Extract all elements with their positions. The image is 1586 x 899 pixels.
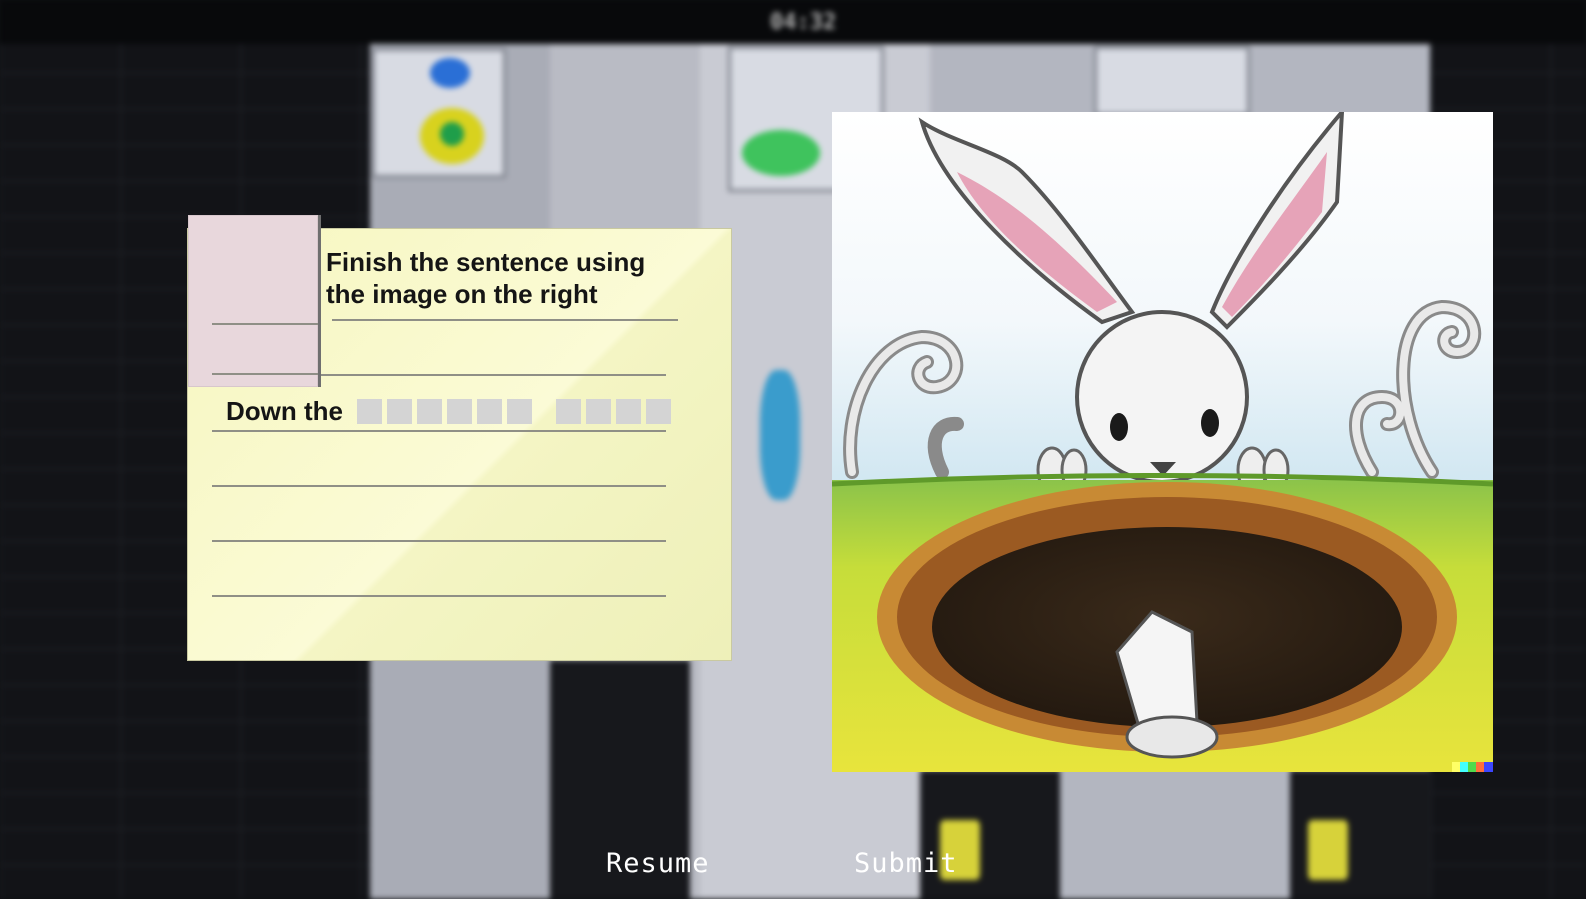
answer-word-2[interactable] [556,398,671,424]
shelf [1094,46,1250,116]
note-line [332,319,678,321]
letter-box[interactable] [507,398,532,424]
note-line [212,595,666,597]
letter-box[interactable] [477,398,502,424]
letter-box[interactable] [447,398,472,424]
answer-word-1[interactable] [357,398,532,424]
sentence-row: Down the [226,394,695,428]
note-tab [188,215,321,387]
letter-box[interactable] [417,398,442,424]
letter-box[interactable] [357,398,382,424]
submit-button[interactable]: Submit [854,848,958,879]
letter-box[interactable] [586,398,611,424]
instruction-text: Finish the sentence using the image on t… [326,247,646,309]
letter-box[interactable] [387,398,412,424]
note-line [212,540,666,542]
note-line [212,323,318,325]
item-icon [1308,820,1348,880]
letter-box[interactable] [646,398,671,424]
note-line [212,373,318,375]
rabbit-hole-illustration [832,112,1493,772]
note-line [212,485,666,487]
resume-button[interactable]: Resume [606,848,710,879]
hud-bar: 04:32 [0,0,1586,44]
letter-box[interactable] [556,398,581,424]
clue-image [832,112,1493,772]
sentence-prefix: Down the [226,395,343,426]
item-icon [430,58,470,88]
timer: 04:32 [770,10,837,35]
item-icon [440,122,464,146]
letter-box[interactable] [616,398,641,424]
note-line [212,430,666,432]
item-icon [742,130,820,176]
npc-character [760,370,800,500]
